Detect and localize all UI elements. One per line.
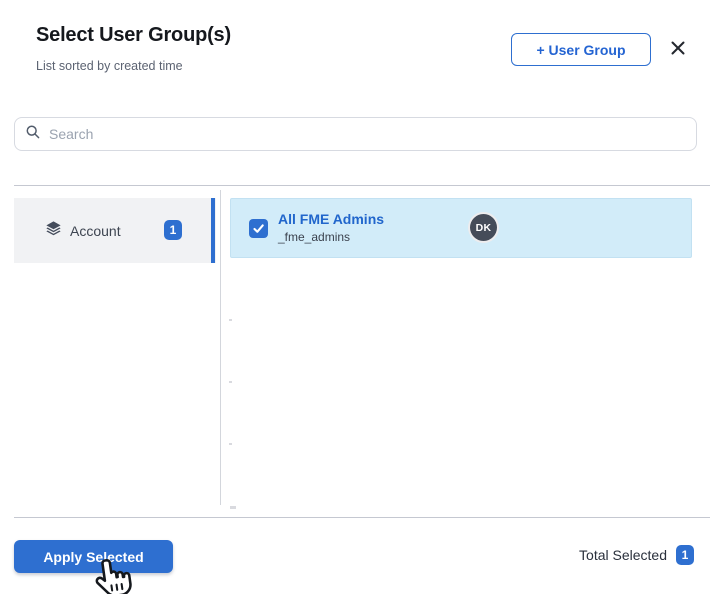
total-selected-label: Total Selected	[579, 547, 667, 563]
sidebar-item-label: Account	[70, 222, 121, 239]
add-user-group-button[interactable]: + User Group	[511, 33, 651, 66]
layers-icon	[44, 219, 63, 243]
close-button[interactable]	[666, 37, 690, 61]
selected-indicator-bar	[211, 198, 215, 263]
group-checkbox[interactable]	[249, 219, 268, 238]
close-icon	[669, 39, 687, 60]
total-selected: Total Selected 1	[579, 545, 694, 565]
search-icon	[25, 124, 41, 145]
page-title: Select User Group(s)	[36, 24, 231, 46]
artifact-dot	[229, 381, 232, 383]
artifact-dot	[229, 319, 232, 321]
select-user-group-dialog: Select User Group(s) List sorted by crea…	[0, 0, 718, 594]
apply-selected-button[interactable]: Apply Selected	[14, 540, 173, 573]
group-id: _fme_admins	[278, 230, 351, 244]
search-input[interactable]	[49, 126, 686, 142]
search-box	[14, 117, 697, 151]
sidebar-item-account[interactable]: Account 1	[14, 198, 216, 263]
account-count-badge: 1	[164, 220, 182, 240]
total-selected-badge: 1	[676, 545, 694, 565]
avatar: DK	[468, 212, 499, 243]
artifact-dot	[229, 443, 232, 445]
top-divider	[14, 185, 710, 186]
group-name: All FME Admins	[278, 211, 385, 227]
group-row-all-fme-admins[interactable]: All FME Admins _fme_admins DK	[230, 198, 692, 258]
panel-divider	[220, 190, 221, 505]
bottom-divider	[14, 517, 710, 518]
artifact-dot	[230, 506, 236, 509]
sort-hint-text: List sorted by created time	[36, 59, 183, 73]
